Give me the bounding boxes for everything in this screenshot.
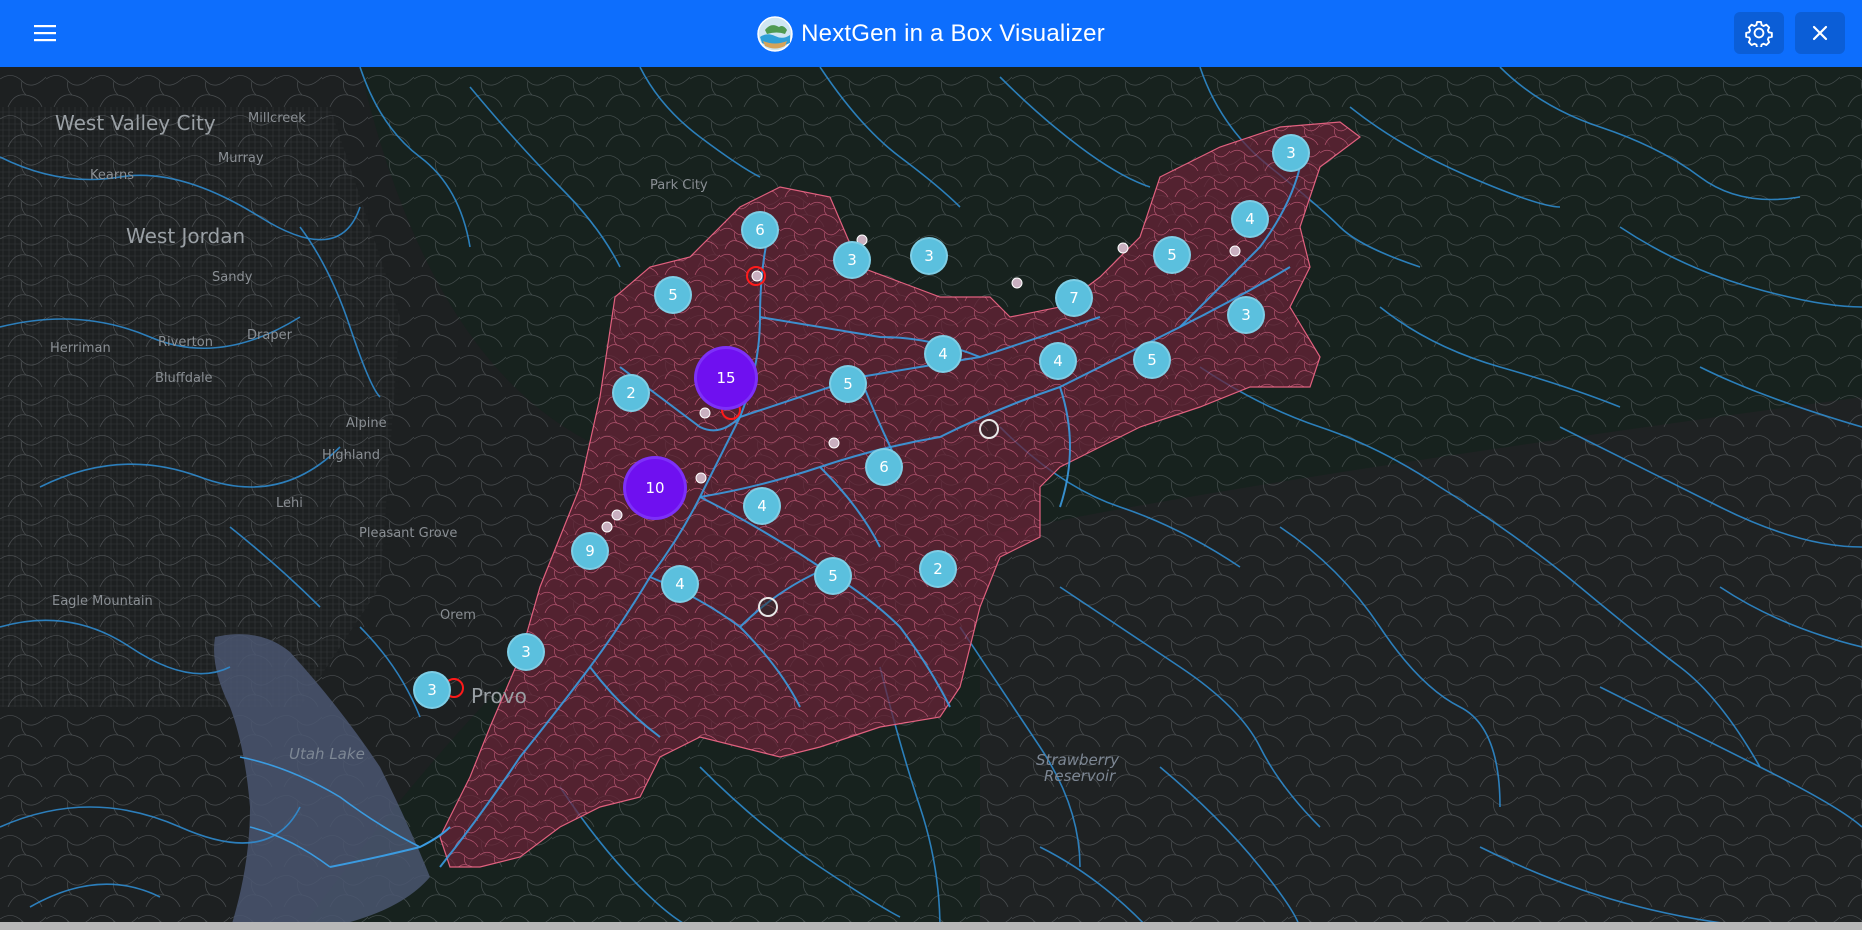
marker-cluster[interactable]: 5 [654,276,692,314]
marker-cluster[interactable]: 6 [741,211,779,249]
marker-cluster[interactable]: 6 [865,448,903,486]
nexus-point[interactable] [601,521,613,533]
nexus-point[interactable] [699,407,711,419]
nexus-point[interactable] [695,472,707,484]
place-label: Reservoir [1044,767,1116,785]
place-label: Lehi [276,496,303,511]
marker-cluster[interactable]: 4 [1231,200,1269,238]
place-label: Eagle Mountain [52,594,153,609]
nexus-point[interactable] [828,437,840,449]
place-label: Park City [650,178,708,193]
place-label: Alpine [346,416,387,431]
place-label: Draper [247,328,292,343]
place-label: Riverton [158,335,213,350]
marker-cluster[interactable]: 3 [413,671,451,709]
place-label: Provo [471,684,527,708]
nexus-point[interactable] [1011,277,1023,289]
marker-cluster[interactable]: 3 [1272,134,1310,172]
marker-cluster[interactable]: 3 [833,241,871,279]
marker-cluster[interactable]: 5 [814,557,852,595]
map-canvas[interactable]: West Valley City Millcreek Murray Kearns… [0,67,1862,930]
nexus-point[interactable] [1229,245,1241,257]
marker-cluster[interactable]: 4 [743,487,781,525]
app-title: NextGen in a Box Visualizer [801,19,1105,47]
app-title-group: NextGen in a Box Visualizer [0,0,1862,67]
place-label: Millcreek [248,111,306,126]
marker-cluster[interactable]: 15 [694,346,758,410]
nexus-point[interactable] [1117,242,1129,254]
marker-cluster[interactable]: 7 [1055,279,1093,317]
marker-cluster[interactable]: 4 [924,335,962,373]
close-button[interactable] [1795,12,1845,54]
nextgen-globe-logo [757,15,793,52]
marker-cluster[interactable]: 3 [910,237,948,275]
hamburger-menu-icon[interactable] [26,14,64,52]
place-label: Bluffdale [155,371,213,386]
top-app-bar: NextGen in a Box Visualizer [0,0,1862,67]
gauge-marker[interactable] [746,266,766,286]
place-label: Orem [440,608,476,623]
place-label: Kearns [90,168,134,183]
marker-cluster[interactable]: 9 [571,532,609,570]
place-label: Pleasant Grove [359,526,458,541]
nexus-point[interactable] [611,509,623,521]
marker-cluster[interactable]: 4 [1039,342,1077,380]
marker-cluster[interactable]: 3 [507,633,545,671]
marker-cluster[interactable]: 2 [919,550,957,588]
place-label: West Valley City [55,111,216,135]
marker-cluster[interactable]: 2 [612,374,650,412]
place-label: West Jordan [126,224,246,248]
gear-icon [1745,20,1773,47]
place-label: Sandy [212,270,253,285]
outlet-marker[interactable] [758,597,778,617]
place-label: Herriman [50,341,111,356]
place-label: Utah Lake [289,745,365,763]
marker-cluster[interactable]: 5 [1133,341,1171,379]
outlet-marker[interactable] [979,419,999,439]
close-icon [1812,25,1828,41]
place-label: Highland [322,448,380,463]
marker-cluster[interactable]: 10 [623,456,687,520]
marker-cluster[interactable]: 5 [829,365,867,403]
marker-cluster[interactable]: 3 [1227,296,1265,334]
marker-cluster[interactable]: 5 [1153,236,1191,274]
horizontal-scrollbar[interactable] [0,922,1862,930]
marker-cluster[interactable]: 4 [661,565,699,603]
place-label: Murray [218,151,264,166]
settings-button[interactable] [1734,12,1784,54]
